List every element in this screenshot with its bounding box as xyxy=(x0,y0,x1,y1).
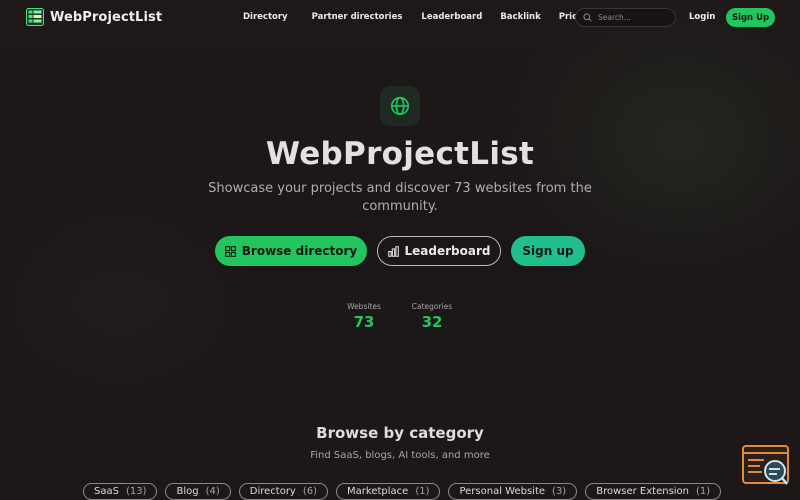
nav-link-partner-directories[interactable]: Partner directories xyxy=(312,12,403,22)
chip-count: (6) xyxy=(302,486,318,497)
nav-links: Directory Partner directories Leaderboar… xyxy=(243,12,592,22)
chip-name: Browser Extension xyxy=(596,486,690,497)
hero-title: WebProjectList xyxy=(265,136,535,172)
chip-name: SaaS xyxy=(94,486,119,497)
browse-directory-label: Browse directory xyxy=(241,244,358,258)
category-chip-list: SaaS (13) Blog (4) Directory (6) Marketp… xyxy=(83,483,729,500)
search-input[interactable] xyxy=(598,13,668,22)
globe-icon xyxy=(390,96,410,116)
chip-count: (4) xyxy=(205,486,220,497)
category-chip-marketplace[interactable]: Marketplace (1) xyxy=(336,483,441,500)
category-chip-saas[interactable]: SaaS (13) xyxy=(83,483,158,500)
grid-icon xyxy=(224,245,236,257)
login-link[interactable]: Login xyxy=(689,12,715,22)
search-icon xyxy=(583,13,592,22)
brand-name: WebProjectList xyxy=(50,9,163,25)
chat-widget-icon xyxy=(742,445,789,485)
brand[interactable]: WebProjectList xyxy=(26,8,162,26)
stat-categories-label: Categories xyxy=(411,302,453,311)
hero-subtitle: Showcase your projects and discover 73 w… xyxy=(208,181,592,214)
category-chip-browser-extension[interactable]: Browser Extension (1) xyxy=(585,483,722,500)
chip-name: Directory xyxy=(249,486,296,497)
stat-categories: Categories 32 xyxy=(400,297,464,343)
leaderboard-label: Leaderboard xyxy=(404,244,491,258)
chip-name: Marketplace xyxy=(347,486,409,497)
chat-widget-button[interactable] xyxy=(742,445,790,487)
stat-websites-value: 73 xyxy=(353,313,375,331)
top-navbar: WebProjectList Directory Partner directo… xyxy=(0,0,800,34)
stat-websites-label: Websites xyxy=(347,302,381,311)
category-chip-blog[interactable]: Blog (4) xyxy=(165,483,231,500)
chip-name: Blog xyxy=(176,486,199,497)
nav-link-directory[interactable]: Directory xyxy=(243,12,288,22)
category-chip-personal-website[interactable]: Personal Website (3) xyxy=(448,483,578,500)
signup-nav-button[interactable]: Sign Up xyxy=(726,8,775,27)
stat-websites: Websites 73 xyxy=(332,297,396,343)
chip-count: (3) xyxy=(552,486,567,497)
signup-hero-button[interactable]: Sign up xyxy=(511,236,585,266)
chip-name: Personal Website xyxy=(459,486,546,497)
chip-count: (13) xyxy=(125,486,147,497)
chip-count: (1) xyxy=(415,486,430,497)
logo-grid-icon xyxy=(26,8,44,26)
search-box[interactable] xyxy=(575,8,676,27)
chip-count: (1) xyxy=(696,486,711,497)
category-chip-directory[interactable]: Directory (6) xyxy=(238,483,329,500)
category-section-title: Browse by category xyxy=(316,424,484,442)
leaderboard-button[interactable]: Leaderboard xyxy=(377,236,501,266)
stat-categories-value: 32 xyxy=(421,313,443,331)
hero-icon-badge xyxy=(380,86,420,126)
nav-link-leaderboard[interactable]: Leaderboard xyxy=(421,12,482,22)
category-section-subtitle: Find SaaS, blogs, AI tools, and more xyxy=(310,450,490,461)
bar-chart-icon xyxy=(387,245,399,257)
nav-link-backlink[interactable]: Backlink xyxy=(500,12,540,22)
browse-directory-button[interactable]: Browse directory xyxy=(215,236,367,266)
